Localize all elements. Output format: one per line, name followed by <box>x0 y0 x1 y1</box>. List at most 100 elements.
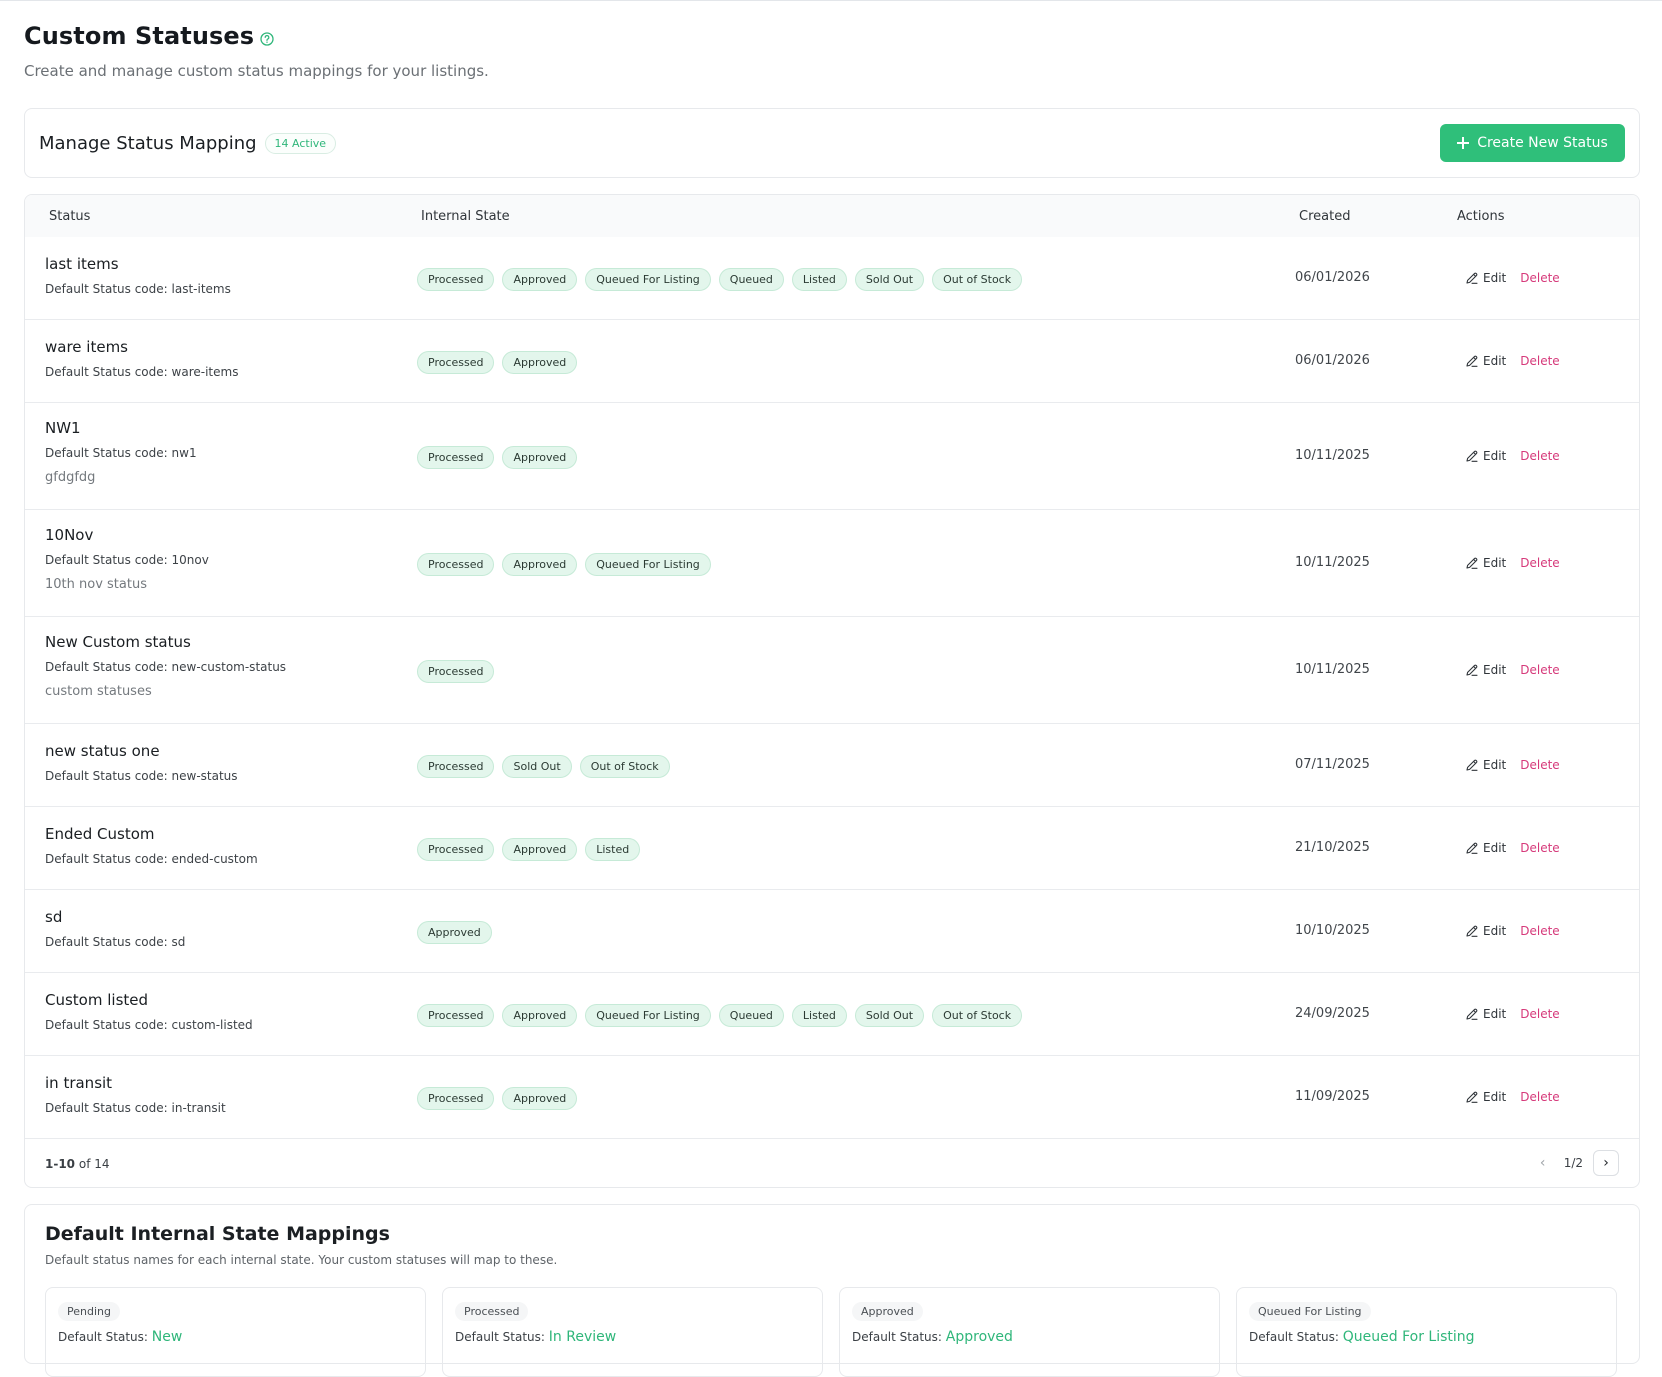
internal-state-pill: Sold Out <box>854 1004 925 1027</box>
internal-state-cell: Processed Approved Queued For Listing Queue… <box>417 268 1023 291</box>
column-header-internal-state: Internal State <box>421 209 510 224</box>
status-code-value: nw1 <box>171 446 197 460</box>
pencil-icon <box>1465 271 1479 285</box>
delete-button[interactable]: Delete <box>1520 758 1559 772</box>
created-date: 24/09/2025 <box>1295 1006 1370 1021</box>
edit-button[interactable]: Edit <box>1465 758 1506 772</box>
status-code-prefix: Default Status code: <box>45 553 168 567</box>
created-date: 11/09/2025 <box>1295 1089 1370 1104</box>
status-code: Default Status code: new-status <box>45 769 238 783</box>
delete-button[interactable]: Delete <box>1520 271 1559 285</box>
status-cell: ware items Default Status code: ware-item… <box>45 338 238 379</box>
edit-button[interactable]: Edit <box>1465 841 1506 855</box>
edit-button[interactable]: Edit <box>1465 556 1506 570</box>
delete-button[interactable]: Delete <box>1520 1007 1559 1021</box>
status-code-prefix: Default Status code: <box>45 446 168 460</box>
create-new-status-label: Create New Status <box>1477 135 1608 151</box>
pencil-icon <box>1465 1007 1479 1021</box>
status-cell: NW1 Default Status code: nw1 gfdgfdg <box>45 419 197 485</box>
edit-label: Edit <box>1483 758 1507 772</box>
table-row: ware items Default Status code: ware-item… <box>25 320 1639 403</box>
created-date: 07/11/2025 <box>1295 757 1370 772</box>
internal-state-pill: Sold Out <box>502 755 572 778</box>
status-code-prefix: Default Status code: <box>45 769 168 783</box>
pagination-range: 1-10 of 14 <box>45 1157 110 1171</box>
delete-button[interactable]: Delete <box>1520 924 1559 938</box>
status-code-prefix: Default Status code: <box>45 935 168 949</box>
pencil-icon <box>1465 663 1479 677</box>
internal-state-pill: Queued <box>718 1004 784 1027</box>
create-new-status-button[interactable]: Create New Status <box>1440 124 1625 162</box>
column-header-actions: Actions <box>1457 209 1505 224</box>
edit-button[interactable]: Edit <box>1465 663 1506 677</box>
pencil-icon <box>1465 449 1479 463</box>
pencil-icon <box>1465 354 1479 368</box>
internal-state-pill: Sold Out <box>854 268 925 291</box>
internal-state-cell: Processed Approved <box>417 1087 578 1110</box>
default-status-line: Default Status: New <box>58 1329 413 1345</box>
default-status-prefix: Default Status: <box>1249 1330 1339 1344</box>
edit-button[interactable]: Edit <box>1465 271 1506 285</box>
internal-state-pill: Listed <box>585 838 641 861</box>
pagination-total: of 14 <box>78 1157 110 1171</box>
table-row: last items Default Status code: last-item… <box>25 237 1639 320</box>
default-mappings-title: Default Internal State Mappings <box>45 1223 390 1245</box>
status-code-value: ended-custom <box>171 852 258 866</box>
status-code: Default Status code: new-custom-status <box>45 660 286 674</box>
table-row: NW1 Default Status code: nw1 gfdgfdg Proces… <box>25 403 1639 510</box>
edit-button[interactable]: Edit <box>1465 354 1506 368</box>
internal-state-cell: Processed Sold Out Out of Stock <box>417 755 670 778</box>
actions-cell: Edit Delete <box>1465 354 1560 368</box>
chevron-left-icon[interactable]: ‹ <box>1532 1152 1554 1174</box>
delete-button[interactable]: Delete <box>1520 1090 1559 1104</box>
delete-button[interactable]: Delete <box>1520 449 1559 463</box>
status-cell: last items Default Status code: last-item… <box>45 255 231 296</box>
created-date: 10/11/2025 <box>1295 662 1370 677</box>
status-name: New Custom status <box>45 633 191 651</box>
edit-button[interactable]: Edit <box>1465 924 1506 938</box>
table-row: Custom listed Default Status code: custom… <box>25 973 1639 1056</box>
edit-button[interactable]: Edit <box>1465 1007 1506 1021</box>
status-code: Default Status code: sd <box>45 935 185 949</box>
delete-button[interactable]: Delete <box>1520 841 1559 855</box>
pencil-icon <box>1465 758 1479 772</box>
pencil-icon <box>1465 1090 1479 1104</box>
status-name: sd <box>45 908 63 926</box>
edit-label: Edit <box>1483 924 1507 938</box>
created-date: 06/01/2026 <box>1295 353 1370 368</box>
default-status-value: In Review <box>548 1329 617 1345</box>
status-code-value: sd <box>171 935 186 949</box>
status-code-value: ware-items <box>171 365 239 379</box>
actions-cell: Edit Delete <box>1465 1007 1560 1021</box>
internal-state-pill: Approved <box>502 1087 578 1110</box>
edit-button[interactable]: Edit <box>1465 449 1506 463</box>
default-status-prefix: Default Status: <box>58 1330 148 1344</box>
pagination-range-bold: 1-10 <box>45 1157 76 1171</box>
status-code-value: in-transit <box>171 1101 226 1115</box>
created-date: 21/10/2025 <box>1295 840 1370 855</box>
edit-button[interactable]: Edit <box>1465 1090 1506 1104</box>
status-cell: Custom listed Default Status code: custom… <box>45 991 253 1032</box>
table-row: Ended Custom Default Status code: ended-c… <box>25 807 1639 890</box>
status-cell: New Custom status Default Status code: ne… <box>45 633 286 699</box>
delete-button[interactable]: Delete <box>1520 556 1559 570</box>
edit-label: Edit <box>1483 841 1507 855</box>
internal-state-badge: Processed <box>455 1302 529 1321</box>
internal-state-pill: Queued For Listing <box>585 1004 711 1027</box>
default-mapping-card: Approved Default Status: Approved <box>839 1287 1220 1377</box>
default-mapping-card: Processed Default Status: In Review <box>442 1287 823 1377</box>
internal-state-cell: Processed Approved Queued For Listing Queue… <box>417 1004 1023 1027</box>
delete-button[interactable]: Delete <box>1520 663 1559 677</box>
chevron-right-icon[interactable]: › <box>1593 1150 1619 1176</box>
delete-button[interactable]: Delete <box>1520 354 1559 368</box>
status-name: 10Nov <box>45 526 94 544</box>
internal-state-pill: Approved <box>502 1004 578 1027</box>
internal-state-pill: Approved <box>417 921 492 944</box>
edit-label: Edit <box>1483 1090 1507 1104</box>
help-circle-icon[interactable] <box>260 31 274 46</box>
edit-label: Edit <box>1483 1007 1507 1021</box>
status-name: NW1 <box>45 419 81 437</box>
edit-label: Edit <box>1483 663 1507 677</box>
pencil-icon <box>1465 841 1479 855</box>
internal-state-pill: Approved <box>502 838 578 861</box>
